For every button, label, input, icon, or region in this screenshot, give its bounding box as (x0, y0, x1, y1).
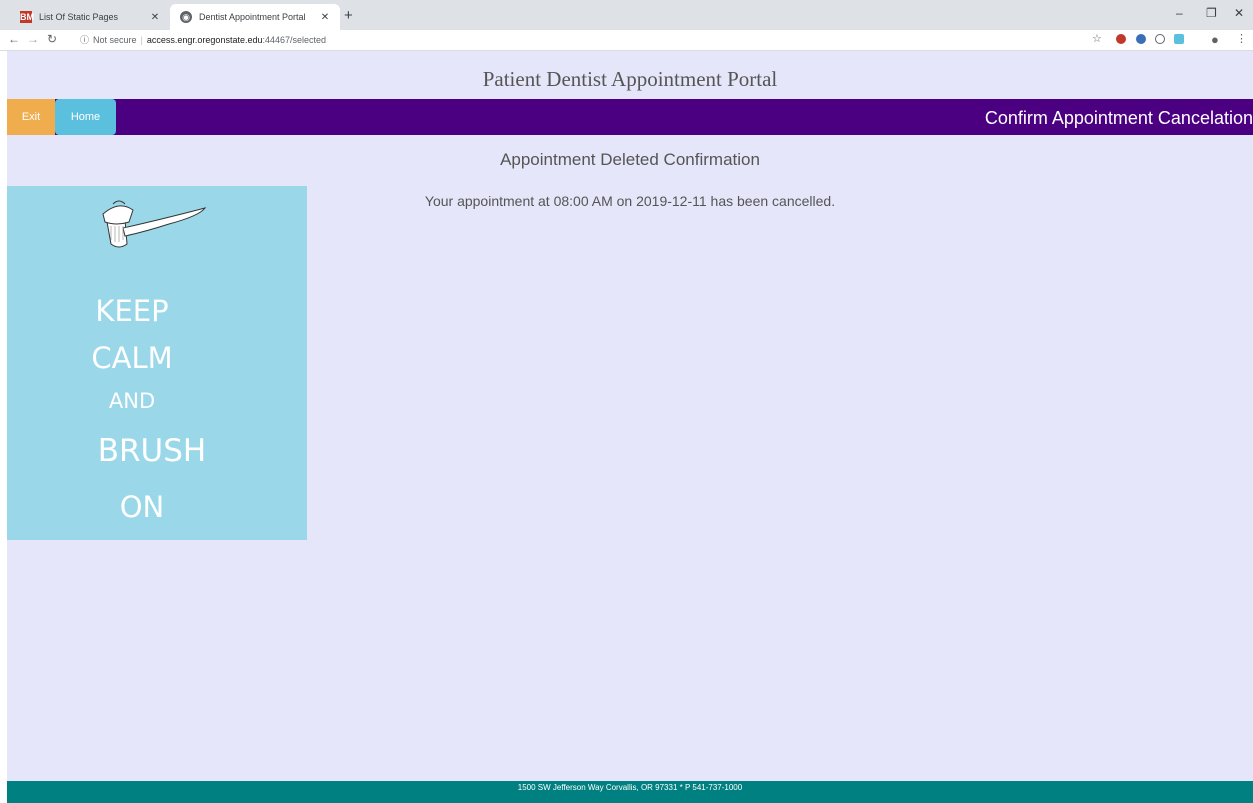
bookmark-star-icon[interactable]: ☆ (1092, 32, 1102, 45)
url-host: access.engr.oregonstate.edu (146, 35, 263, 45)
poster-and: AND (108, 389, 156, 413)
profile-icon[interactable]: ● (1211, 32, 1219, 47)
close-tab-icon[interactable]: ✕ (318, 12, 332, 23)
home-button[interactable]: Home (55, 99, 116, 135)
keep-calm-poster: KEEP CALM AND BRUSH ON (7, 186, 307, 540)
security-label: Not secure (93, 35, 137, 45)
menu-icon[interactable]: ⋮ (1236, 32, 1247, 45)
url-field[interactable]: ⓘ Not secure | access.engr.oregonstate.edu:… (80, 32, 326, 48)
extension-shield-icon[interactable] (1116, 34, 1126, 44)
restore-icon[interactable]: ❐ (1206, 6, 1217, 20)
tab-title: Dentist Appointment Portal (199, 12, 306, 22)
close-tab-icon[interactable]: ✕ (148, 12, 162, 23)
info-icon[interactable]: ⓘ (80, 35, 89, 45)
forward-icon[interactable]: → (27, 32, 39, 46)
poster-keep: KEEP (95, 294, 169, 328)
extension-cup-icon[interactable] (1174, 34, 1184, 44)
tab-title: List Of Static Pages (39, 12, 119, 22)
address-bar-row: ← → ↻ ⓘ Not secure | access.engr.oregonstat… (0, 30, 1253, 51)
extension-circle-icon[interactable] (1155, 34, 1165, 44)
minimize-icon[interactable]: – (1176, 6, 1183, 20)
exit-button[interactable]: Exit (7, 99, 55, 135)
footer: 1500 SW Jefferson Way Corvallis, OR 9733… (7, 781, 1253, 803)
navbar: Exit Home Confirm Appointment Cancelatio… (7, 99, 1253, 135)
confirmation-heading: Appointment Deleted Confirmation (500, 150, 760, 169)
poster-brush: BRUSH (97, 433, 207, 469)
url-path: :44467/selected (262, 35, 327, 45)
globe-icon: ◉ (180, 11, 192, 23)
bookmark-favicon-icon: BM (20, 11, 34, 23)
poster-calm: CALM (91, 341, 173, 375)
close-window-icon[interactable]: ✕ (1234, 6, 1244, 20)
poster-on: ON (119, 490, 165, 524)
reload-icon[interactable]: ↻ (47, 32, 57, 46)
page-title: Confirm Appointment Cancelation (984, 108, 1253, 128)
url-separator: | (140, 35, 143, 45)
site-title: Patient Dentist Appointment Portal (482, 67, 778, 91)
extension-blue-icon[interactable] (1136, 34, 1146, 44)
back-icon[interactable]: ← (8, 32, 20, 46)
browser-tab-bar: BM List Of Static Pages ✕ ◉ Dentist Appo… (0, 0, 1253, 30)
tab-list-of-static-pages[interactable]: BM List Of Static Pages ✕ (10, 4, 170, 30)
tab-dentist-appointment-portal[interactable]: ◉ Dentist Appointment Portal ✕ (170, 4, 340, 30)
toothbrush-icon (102, 200, 207, 248)
page-content: Patient Dentist Appointment Portal Exit … (7, 51, 1253, 803)
new-tab-icon[interactable]: + (344, 7, 353, 24)
